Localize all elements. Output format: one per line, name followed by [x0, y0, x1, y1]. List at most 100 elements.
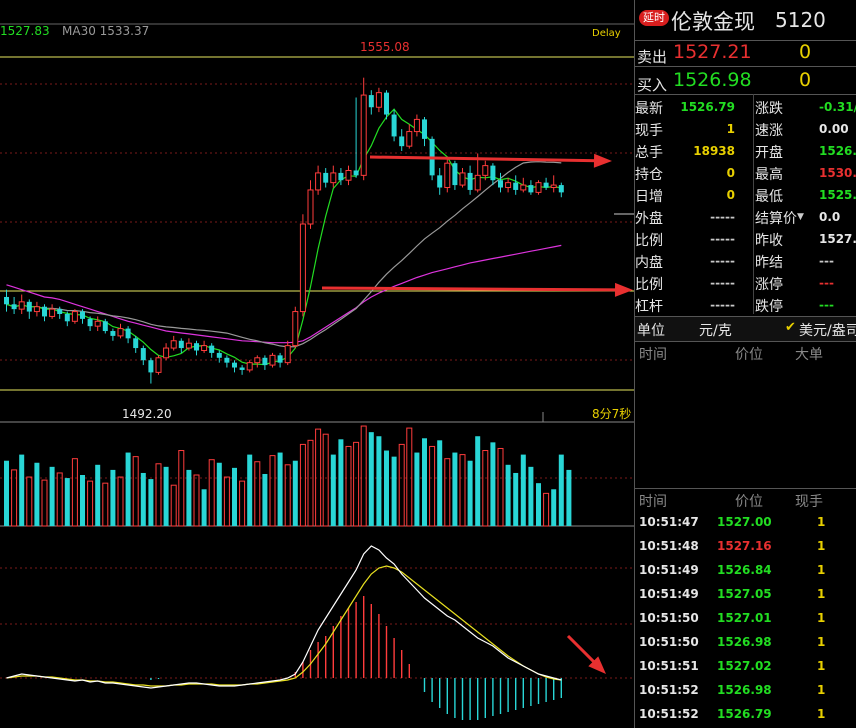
- caret-down-icon[interactable]: ▼: [797, 212, 804, 222]
- stat-value: 0: [726, 166, 735, 180]
- volume-bars: [4, 425, 572, 527]
- volume-bar: [307, 439, 314, 527]
- volume-bar: [467, 460, 473, 526]
- tick-row: 10:51:51 1527.02 1: [635, 654, 856, 678]
- quote-stat-right-3: 最高 1530.0: [755, 162, 856, 184]
- volume-bar: [459, 454, 466, 527]
- candle-body: [422, 119, 427, 139]
- volume-bar: [117, 476, 124, 527]
- tick-hand: 1: [817, 587, 826, 601]
- quote-stat-right-1: 速涨 0.00: [755, 118, 856, 140]
- stat-value: -0.31/0.02: [819, 100, 856, 114]
- quote-stat-right-9: 跌停 ---: [755, 294, 856, 316]
- volume-bar: [4, 460, 9, 526]
- candles: [4, 77, 564, 384]
- volume-bar: [277, 452, 283, 526]
- candle-body: [26, 301, 32, 312]
- quote-panel: 延时 伦敦金现 5120 卖出 1527.21 0 买入 1526.98 0 最…: [634, 0, 856, 728]
- volume-bar: [391, 456, 397, 526]
- candle-body: [360, 94, 367, 176]
- candle-body: [353, 170, 359, 176]
- volume-bar: [269, 455, 276, 527]
- stat-value: ---: [819, 298, 834, 312]
- stat-value: 0.00: [819, 122, 849, 136]
- volume-bar: [398, 443, 405, 527]
- candle-body: [391, 114, 397, 137]
- tick-time: 10:51:47: [639, 515, 699, 529]
- volume-bar: [406, 427, 413, 527]
- volume-bar: [543, 492, 550, 527]
- countdown-label: 8分7秒: [592, 407, 631, 421]
- tick-list-header: 时间 价位 现手: [635, 491, 856, 511]
- volume-bar: [322, 433, 329, 527]
- candle-body: [520, 184, 527, 191]
- volume-bar: [558, 454, 564, 526]
- buy-row[interactable]: 买入 1526.98 0: [635, 68, 856, 96]
- candle-body: [117, 328, 124, 337]
- volume-bar: [429, 445, 436, 527]
- tick-row: 10:51:49 1527.05 1: [635, 582, 856, 606]
- quote-stat-left-6: 比例 -----: [635, 228, 751, 250]
- stat-label: 杠杆: [635, 299, 663, 315]
- tick-row: 10:51:52 1526.98 1: [635, 678, 856, 702]
- tick-time: 10:51:49: [639, 587, 699, 601]
- candle-body: [87, 318, 93, 327]
- stat-label: 最低: [755, 189, 783, 205]
- volume-bar: [186, 469, 192, 526]
- currency-option[interactable]: 美元/盎司: [799, 320, 856, 340]
- stat-label: 最高: [755, 167, 783, 183]
- candle-body: [399, 136, 405, 147]
- candle-body: [482, 165, 489, 176]
- tick-price: 1527.05: [717, 587, 772, 601]
- unit-select[interactable]: 元/克: [699, 320, 732, 340]
- candle-body: [94, 320, 101, 327]
- quote-stat-left-9: 杠杆 -----: [635, 294, 751, 316]
- stat-value: 1526.5: [819, 144, 856, 158]
- volume-bar: [41, 479, 48, 527]
- candle-body: [368, 95, 374, 108]
- volume-bar: [56, 472, 63, 527]
- stat-value: -----: [710, 254, 735, 268]
- stat-label: 日增: [635, 189, 663, 205]
- volume-bar: [34, 462, 40, 526]
- quote-stat-right-4: 最低 1525.6: [755, 184, 856, 206]
- stat-value: 1526.79: [680, 100, 735, 114]
- candle-body: [543, 182, 549, 188]
- volume-bar: [193, 474, 200, 527]
- volume-bar: [155, 463, 162, 527]
- tick-price: 1527.00: [717, 515, 772, 529]
- check-icon: ✔: [785, 320, 796, 335]
- candle-body: [18, 301, 25, 310]
- candle-body: [323, 172, 329, 183]
- candle-body: [71, 311, 78, 322]
- candle-body: [140, 348, 146, 361]
- candle-body: [277, 355, 283, 363]
- candle-body: [110, 331, 116, 336]
- sell-row[interactable]: 卖出 1527.21 0: [635, 40, 856, 68]
- candle-body: [11, 304, 17, 310]
- tick-price: 1526.79: [717, 707, 772, 721]
- tick-price: 1526.98: [717, 683, 772, 697]
- tick-hand: 1: [817, 563, 826, 577]
- stat-label: 涨跌: [755, 101, 783, 117]
- instrument-name: 伦敦金现: [671, 10, 755, 34]
- tick-hand: 1: [817, 683, 826, 697]
- volume-bar: [239, 480, 246, 527]
- instrument-header: 延时 伦敦金现 5120: [635, 0, 856, 41]
- volume-bar: [102, 482, 109, 527]
- candle-body: [155, 357, 162, 373]
- volume-bar: [178, 450, 185, 527]
- volume-bar: [566, 469, 572, 526]
- sell-label: 卖出: [637, 48, 668, 66]
- candle-body: [498, 180, 503, 188]
- volume-bar: [170, 484, 177, 527]
- candle-body: [185, 342, 192, 349]
- price-chart[interactable]: 1527.83 MA30 1533.37 Delay 1555.08 1492.…: [0, 0, 634, 728]
- stat-value: -----: [710, 276, 735, 290]
- volume-bar: [353, 441, 360, 527]
- volume-bar: [148, 479, 154, 526]
- current-price-label: 1527.83: [0, 24, 50, 38]
- candle-body: [315, 172, 322, 191]
- volume-bar: [452, 452, 458, 526]
- tick-row: 10:51:49 1526.84 1: [635, 558, 856, 582]
